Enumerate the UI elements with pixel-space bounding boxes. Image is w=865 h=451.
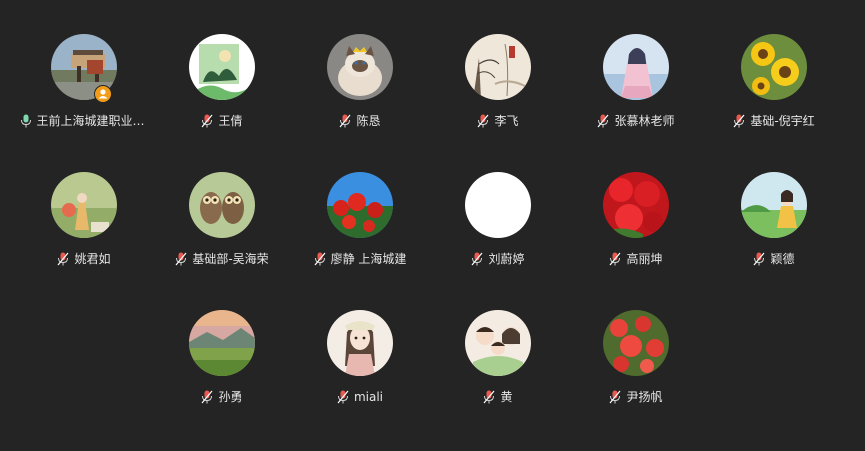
- participant-tile[interactable]: 张慕林老师: [567, 34, 705, 144]
- muted-mic-icon: [483, 390, 495, 404]
- april-illustration-avatar: [51, 172, 117, 238]
- participant-name: miali: [353, 390, 384, 404]
- participant-tile[interactable]: 王前上海城建职业学院: [15, 34, 153, 144]
- green-cartoon-avatar: [189, 34, 255, 100]
- participant-name: 王前上海城建职业学院: [36, 114, 149, 128]
- muted-mic-icon: [609, 390, 621, 404]
- muted-mic-icon: [597, 114, 609, 128]
- muted-mic-icon: [753, 252, 765, 266]
- muted-mic-icon: [201, 390, 213, 404]
- participant-grid: 王前上海城建职业学院 王倩 陈恳 李飞 张慕林老师 基础-倪宇红 姚君如 基础部…: [0, 0, 865, 451]
- muted-mic-icon: [733, 114, 745, 128]
- participant-name: 刘蔚婷: [488, 252, 525, 266]
- anime-girl-avatar: [603, 34, 669, 100]
- cat-photo-avatar: [327, 34, 393, 100]
- muted-mic-icon: [609, 252, 621, 266]
- muted-mic-icon: [337, 390, 349, 404]
- participant-tile[interactable]: 颖德: [705, 172, 843, 282]
- participant-name: 黄: [500, 390, 513, 404]
- owls-avatar: [189, 172, 255, 238]
- participant-tile[interactable]: 姚君如: [15, 172, 153, 282]
- muted-mic-icon: [314, 252, 326, 266]
- landscape-avatar: [189, 310, 255, 376]
- muted-mic-icon: [339, 114, 351, 128]
- participant-name: 孙勇: [218, 390, 243, 404]
- muted-mic-icon: [57, 252, 69, 266]
- cartoon-family-avatar: [465, 310, 531, 376]
- muted-mic-icon: [471, 252, 483, 266]
- participant-tile[interactable]: 刘蔚婷: [429, 172, 567, 282]
- participant-name: 陈恳: [356, 114, 381, 128]
- muted-mic-icon: [477, 114, 489, 128]
- quince-flowers-avatar: [603, 310, 669, 376]
- speaking-mic-icon: [20, 114, 32, 128]
- participant-name: 李飞: [494, 114, 519, 128]
- ink-painting-avatar: [465, 34, 531, 100]
- participant-tile[interactable]: 黄: [429, 310, 567, 420]
- participant-tile[interactable]: 孙勇: [153, 310, 291, 420]
- muted-mic-icon: [201, 114, 213, 128]
- host-badge-icon: [94, 85, 112, 103]
- participant-tile[interactable]: 陈恳: [291, 34, 429, 144]
- participant-tile[interactable]: 王倩: [153, 34, 291, 144]
- blank-white-avatar: [465, 172, 531, 238]
- participant-name: 廖静 上海城建: [330, 252, 407, 266]
- participant-tile[interactable]: 高丽坤: [567, 172, 705, 282]
- participant-tile[interactable]: miali: [291, 310, 429, 420]
- participant-name: 张慕林老师: [614, 114, 675, 128]
- red-flowers-avatar: [603, 172, 669, 238]
- participant-name: 基础部-吴海荣: [192, 252, 269, 266]
- participant-name: 尹扬帆: [626, 390, 663, 404]
- participant-tile[interactable]: 尹扬帆: [567, 310, 705, 420]
- red-flowers-sky-avatar: [327, 172, 393, 238]
- participant-name: 姚君如: [74, 252, 111, 266]
- participant-name: 高丽坤: [626, 252, 663, 266]
- participant-name: 颖德: [770, 252, 795, 266]
- cartoon-girl-avatar: [327, 310, 393, 376]
- girl-garden-avatar: [741, 172, 807, 238]
- participant-tile[interactable]: 基础部-吴海荣: [153, 172, 291, 282]
- muted-mic-icon: [175, 252, 187, 266]
- participant-tile[interactable]: 廖静 上海城建: [291, 172, 429, 282]
- participant-name: 基础-倪宇红: [750, 114, 815, 128]
- participant-tile[interactable]: 李飞: [429, 34, 567, 144]
- participant-name: 王倩: [218, 114, 243, 128]
- sunflower-avatar: [741, 34, 807, 100]
- participant-tile[interactable]: 基础-倪宇红: [705, 34, 843, 144]
